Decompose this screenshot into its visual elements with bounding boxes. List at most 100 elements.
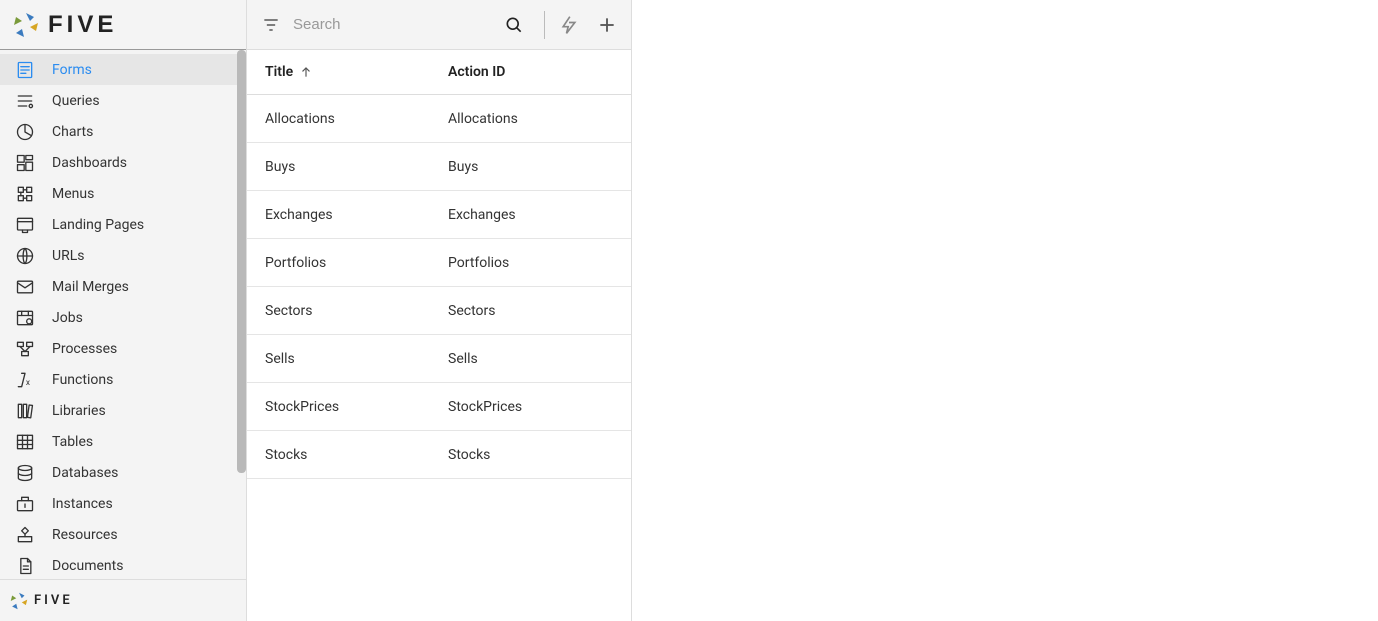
sidebar-item-label: Forms <box>52 62 92 78</box>
add-icon[interactable] <box>593 15 617 35</box>
sidebar-item-mail-merges[interactable]: Mail Merges <box>0 271 246 302</box>
sidebar-item-landing-pages[interactable]: Landing Pages <box>0 209 246 240</box>
table-row[interactable]: ExchangesExchanges <box>247 191 631 239</box>
search-icon[interactable] <box>504 15 534 35</box>
sidebar-item-label: Documents <box>52 558 123 574</box>
query-icon <box>12 90 38 112</box>
sidebar-item-label: URLs <box>52 248 84 264</box>
instance-icon <box>12 493 38 515</box>
main-panel: Title Action ID AllocationsAllocationsBu… <box>247 0 632 621</box>
search-wrap <box>291 12 494 37</box>
sidebar-item-label: Resources <box>52 527 118 543</box>
mail-icon <box>12 276 38 298</box>
sidebar-item-documents[interactable]: Documents <box>0 550 246 579</box>
url-icon <box>12 245 38 267</box>
table-body: AllocationsAllocationsBuysBuysExchangesE… <box>247 95 631 479</box>
function-icon: x <box>12 369 38 391</box>
cell-title: Allocations <box>265 111 448 127</box>
sidebar-item-urls[interactable]: URLs <box>0 240 246 271</box>
app-root: FIVE Forms Queries Charts Dashboards Menus La… <box>0 0 1378 621</box>
sidebar-item-label: Queries <box>52 93 100 109</box>
sidebar: FIVE Forms Queries Charts Dashboards Menus La… <box>0 0 247 621</box>
jobs-icon <box>12 307 38 329</box>
column-header-title[interactable]: Title <box>265 64 448 80</box>
footer-brand-text: FIVE <box>34 593 73 608</box>
sidebar-item-label: Processes <box>52 341 117 357</box>
footer-brand[interactable]: FIVE <box>0 579 246 621</box>
sidebar-item-processes[interactable]: Processes <box>0 333 246 364</box>
column-header-action-id-label: Action ID <box>448 64 505 80</box>
sidebar-item-label: Tables <box>52 434 93 450</box>
resource-icon <box>12 524 38 546</box>
table-row[interactable]: SectorsSectors <box>247 287 631 335</box>
sidebar-item-tables[interactable]: Tables <box>0 426 246 457</box>
brand-text: FIVE <box>48 11 117 39</box>
sidebar-scrollbar[interactable] <box>237 50 246 579</box>
sidebar-item-label: Charts <box>52 124 93 140</box>
table-row[interactable]: BuysBuys <box>247 143 631 191</box>
table-row[interactable]: PortfoliosPortfolios <box>247 239 631 287</box>
document-icon <box>12 555 38 577</box>
cell-action-id: Stocks <box>448 447 613 463</box>
cell-title: Stocks <box>265 447 448 463</box>
menu-icon <box>12 183 38 205</box>
quick-action-icon[interactable] <box>555 15 583 35</box>
cell-title: Sectors <box>265 303 448 319</box>
table-icon <box>12 431 38 453</box>
toolbar-divider <box>544 11 545 39</box>
sidebar-item-label: Jobs <box>52 310 83 326</box>
sidebar-item-label: Libraries <box>52 403 106 419</box>
sidebar-item-resources[interactable]: Resources <box>0 519 246 550</box>
cell-action-id: Allocations <box>448 111 613 127</box>
cell-title: Exchanges <box>265 207 448 223</box>
sidebar-item-jobs[interactable]: Jobs <box>0 302 246 333</box>
sidebar-item-label: Functions <box>52 372 113 388</box>
sidebar-item-queries[interactable]: Queries <box>0 85 246 116</box>
cell-action-id: Exchanges <box>448 207 613 223</box>
cell-title: StockPrices <box>265 399 448 415</box>
sidebar-item-label: Landing Pages <box>52 217 144 233</box>
sidebar-item-dashboards[interactable]: Dashboards <box>0 147 246 178</box>
search-input[interactable] <box>291 12 494 37</box>
footer-brand-mark-icon <box>8 590 30 612</box>
table-row[interactable]: StockPricesStockPrices <box>247 383 631 431</box>
table-row[interactable]: AllocationsAllocations <box>247 95 631 143</box>
form-icon <box>12 59 38 81</box>
cell-title: Sells <box>265 351 448 367</box>
table-header: Title Action ID <box>247 50 631 95</box>
chart-icon <box>12 121 38 143</box>
toolbar <box>247 0 631 50</box>
sidebar-nav: Forms Queries Charts Dashboards Menus Landing… <box>0 50 246 579</box>
sidebar-item-label: Dashboards <box>52 155 127 171</box>
filter-icon[interactable] <box>261 15 281 35</box>
landing-icon <box>12 214 38 236</box>
sidebar-item-menus[interactable]: Menus <box>0 178 246 209</box>
sidebar-scrollbar-thumb[interactable] <box>237 50 246 473</box>
table-row[interactable]: StocksStocks <box>247 431 631 479</box>
sidebar-item-label: Instances <box>52 496 113 512</box>
sidebar-item-databases[interactable]: Databases <box>0 457 246 488</box>
sidebar-item-label: Menus <box>52 186 94 202</box>
process-icon <box>12 338 38 360</box>
column-header-action-id[interactable]: Action ID <box>448 64 613 80</box>
empty-area <box>636 0 1378 621</box>
brand-mark-icon <box>10 9 42 41</box>
table-row[interactable]: SellsSells <box>247 335 631 383</box>
library-icon <box>12 400 38 422</box>
cell-action-id: Portfolios <box>448 255 613 271</box>
cell-action-id: Sectors <box>448 303 613 319</box>
svg-text:x: x <box>26 378 30 388</box>
cell-action-id: StockPrices <box>448 399 613 415</box>
sidebar-item-libraries[interactable]: Libraries <box>0 395 246 426</box>
sidebar-item-charts[interactable]: Charts <box>0 116 246 147</box>
cell-action-id: Buys <box>448 159 613 175</box>
cell-title: Buys <box>265 159 448 175</box>
cell-action-id: Sells <box>448 351 613 367</box>
sidebar-item-functions[interactable]: x Functions <box>0 364 246 395</box>
brand-logo[interactable]: FIVE <box>0 0 246 50</box>
sort-asc-icon <box>299 65 313 79</box>
sidebar-item-forms[interactable]: Forms <box>0 54 246 85</box>
cell-title: Portfolios <box>265 255 448 271</box>
sidebar-item-instances[interactable]: Instances <box>0 488 246 519</box>
database-icon <box>12 462 38 484</box>
